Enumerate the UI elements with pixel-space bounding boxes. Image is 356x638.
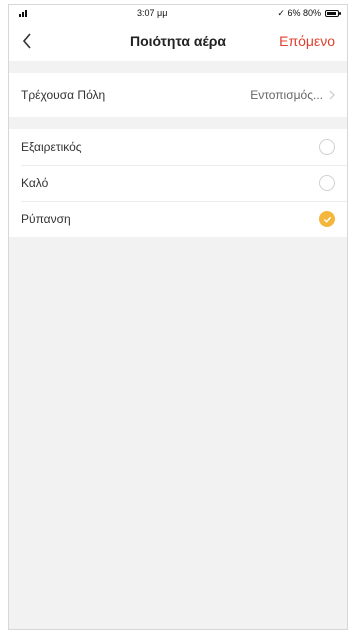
option-pollution[interactable]: Ρύπανση	[9, 201, 347, 237]
radio-selected-check-icon[interactable]	[319, 211, 335, 227]
air-quality-options: Εξαιρετικός Καλό Ρύπανση	[9, 129, 347, 237]
current-city-value: Εντοπισμός...	[250, 88, 323, 102]
option-label: Καλό	[21, 176, 49, 190]
status-bar: 3:07 μμ ✓ 6% 80%	[9, 5, 347, 21]
current-city-label: Τρέχουσα Πόλη	[21, 88, 106, 102]
current-city-row[interactable]: Τρέχουσα Πόλη Εντοπισμός...	[9, 73, 347, 117]
battery-icon	[325, 9, 341, 17]
option-label: Ρύπανση	[21, 212, 71, 226]
option-label: Εξαιρετικός	[21, 140, 82, 154]
status-time: 3:07 μμ	[137, 8, 168, 18]
chevron-left-icon	[22, 33, 31, 49]
signal-icon	[19, 9, 27, 17]
next-button[interactable]: Επόμενο	[279, 21, 335, 61]
option-excellent[interactable]: Εξαιρετικός	[9, 129, 347, 165]
status-right: ✓ 6% 80%	[277, 7, 341, 19]
radio-unselected-icon[interactable]	[319, 139, 335, 155]
chevron-right-icon	[329, 90, 335, 100]
battery-text: ✓ 6% 80%	[277, 7, 321, 18]
phone-screen: 3:07 μμ ✓ 6% 80% Ποιότητα αέρα Επόμενο Τ…	[8, 4, 348, 630]
status-left	[19, 9, 27, 17]
radio-unselected-icon[interactable]	[319, 175, 335, 191]
current-city-value-wrap: Εντοπισμός...	[250, 88, 335, 102]
option-good[interactable]: Καλό	[9, 165, 347, 201]
navigation-bar: Ποιότητα αέρα Επόμενο	[9, 21, 347, 61]
back-button[interactable]	[9, 21, 45, 61]
